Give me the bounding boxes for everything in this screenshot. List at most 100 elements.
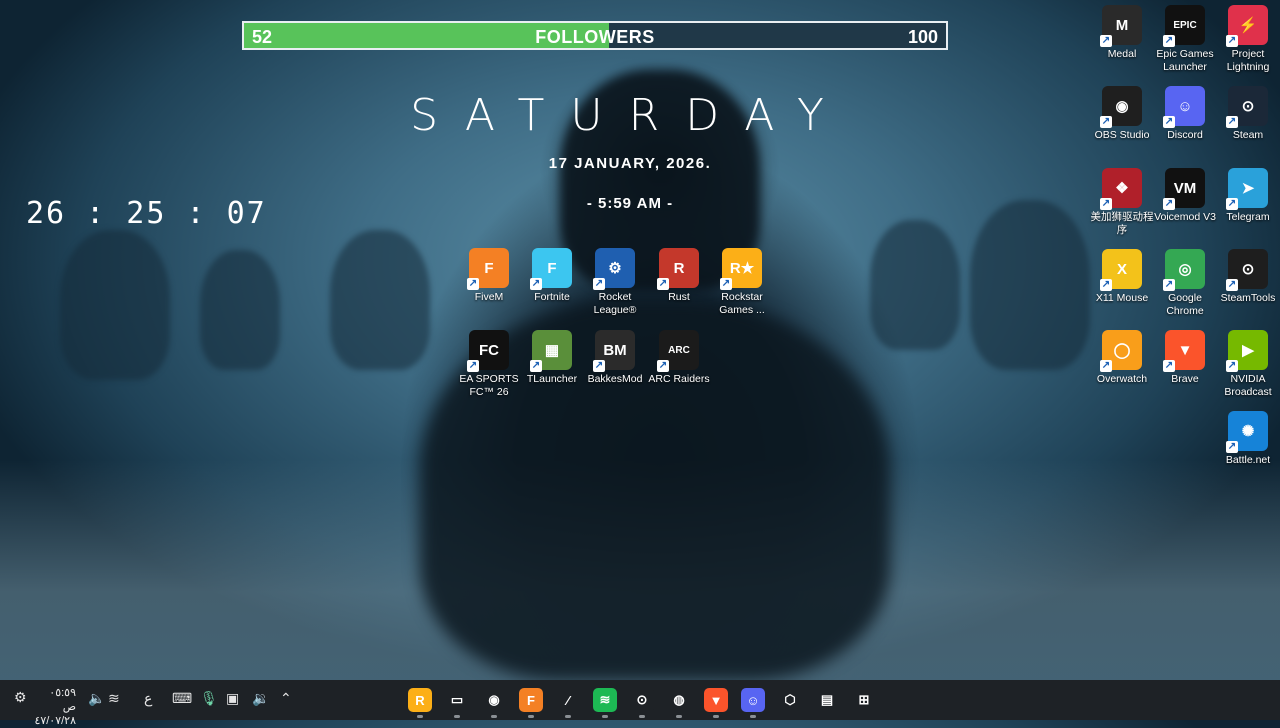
steamtools-icon: ⊙ — [1226, 249, 1268, 291]
widget-date: 17 JANUARY, 2026. — [548, 155, 712, 172]
obs-icon: ◉ — [1100, 86, 1142, 128]
discord-icon: ☺ — [1163, 86, 1205, 128]
running-indicator — [676, 715, 682, 718]
desktop-shortcut-label: Rocket League® — [593, 291, 637, 316]
desktop-shortcut-label: Overwatch — [1096, 373, 1148, 385]
desktop-shortcut[interactable]: RRust — [646, 248, 712, 304]
desktop-shortcut-label: Rust — [668, 291, 690, 303]
desktop-shortcut[interactable]: ➤Telegram — [1215, 168, 1280, 224]
desktop-shortcut[interactable]: ▶NVIDIA Broadcast — [1215, 330, 1280, 399]
desktop-shortcut-label: Battle.net — [1225, 454, 1271, 466]
fivem-icon: F — [467, 248, 509, 290]
running-indicator — [713, 715, 719, 718]
widget-day: SATURDAY — [410, 90, 850, 141]
microphone-icon[interactable]: 🎙 — [200, 690, 218, 707]
desktop-shortcut-label: NVIDIA Broadcast — [1224, 373, 1272, 398]
desktop-shortcut[interactable]: ☺Discord — [1152, 86, 1218, 142]
steam-icon: ⊙ — [1226, 86, 1268, 128]
desktop-shortcut-label: Discord — [1167, 129, 1203, 141]
show-hidden-icons-chevron-up-icon[interactable]: ⌃ — [280, 690, 292, 707]
desktop-shortcut[interactable]: XX11 Mouse — [1089, 249, 1155, 305]
volume-icon[interactable]: 🔈 — [88, 690, 105, 707]
bakkesmod-icon: BM — [593, 330, 635, 372]
desktop-shortcut[interactable]: MMedal — [1089, 5, 1155, 61]
desktop-shortcut[interactable]: R★Rockstar Games ... — [709, 248, 775, 317]
start-taskbar-icon[interactable]: ⊞ — [852, 688, 876, 712]
desktop-shortcut[interactable]: ✺Battle.net — [1215, 411, 1280, 467]
wifi-icon[interactable]: ≋ — [108, 690, 120, 707]
x11-mouse-icon: X — [1100, 249, 1142, 291]
desktop-shortcut-label: SteamTools — [1220, 292, 1276, 304]
followers-progress-bar: 52 FOLLOWERS 100 — [242, 21, 948, 50]
desktop-shortcut-label: Telegram — [1226, 211, 1270, 223]
desktop-shortcut-label: Brave — [1171, 373, 1199, 385]
running-indicator — [565, 715, 571, 718]
running-indicator — [750, 715, 756, 718]
running-indicator — [602, 715, 608, 718]
desktop-shortcut[interactable]: ◯Overwatch — [1089, 330, 1155, 386]
desktop-shortcut[interactable]: ⊙SteamTools — [1215, 249, 1280, 305]
ea-fc-icon: FC — [467, 330, 509, 372]
desktop-shortcut-label: X11 Mouse — [1095, 292, 1149, 304]
desktop-shortcut[interactable]: BMBakkesMod — [582, 330, 648, 386]
x11-mouse-taskbar-icon[interactable]: ⁄ — [556, 688, 580, 718]
keyboard-icon[interactable]: ⌨ — [172, 690, 192, 707]
discord-taskbar-icon[interactable]: ☺ — [741, 688, 765, 718]
running-indicator — [417, 715, 423, 718]
desktop-shortcut-label: Fortnite — [534, 291, 570, 303]
fivem-taskbar-icon[interactable]: F — [519, 688, 543, 718]
tlauncher-icon: ▦ — [530, 330, 572, 372]
arc-raiders-icon: ARC — [657, 330, 699, 372]
fortnite-icon: F — [530, 248, 572, 290]
input-language[interactable]: ع — [144, 690, 152, 707]
steamtools-taskbar-icon[interactable]: ◍ — [667, 688, 691, 718]
desktop-shortcut[interactable]: ◉OBS Studio — [1089, 86, 1155, 142]
desktop-shortcut[interactable]: FFortnite — [519, 248, 585, 304]
desktop-shortcut-label: ARC Raiders — [648, 373, 710, 385]
desktop-shortcut-label: TLauncher — [526, 373, 578, 385]
nvidia-broadcast-icon: ▶ — [1226, 330, 1268, 372]
desktop-shortcut[interactable]: ⊙Steam — [1215, 86, 1280, 142]
desktop-shortcut[interactable]: ❖美加狮驱动程序 — [1089, 168, 1155, 237]
widgets-icon[interactable]: ⚙ — [14, 689, 27, 706]
desktop-shortcut[interactable]: FFiveM — [456, 248, 522, 304]
desktop-shortcut[interactable]: ▦TLauncher — [519, 330, 585, 386]
voicemod-icon: VM — [1163, 168, 1205, 210]
brave-icon: ▼ — [1163, 330, 1205, 372]
desktop-shortcut[interactable]: ⚡Project Lightning — [1215, 5, 1280, 74]
rust-icon: R — [657, 248, 699, 290]
mouse-driver-icon: ❖ — [1100, 168, 1142, 210]
desktop-shortcut[interactable]: FCEA SPORTS FC™ 26 — [456, 330, 522, 399]
desktop-shortcut-label: EA SPORTS FC™ 26 — [459, 373, 519, 398]
desktop-shortcut[interactable]: ARCARC Raiders — [646, 330, 712, 386]
countdown-counter: 26 : 25 : 07 — [26, 196, 267, 231]
brave-taskbar-icon[interactable]: ▼ — [704, 688, 728, 718]
desktop-shortcut-label: Steam — [1232, 129, 1264, 141]
desktop-shortcut-label: Google Chrome — [1166, 292, 1204, 317]
rockstar-icon: R★ — [720, 248, 762, 290]
desktop-shortcut-label: Epic Games Launcher — [1156, 48, 1214, 73]
project-lightning-icon: ⚡ — [1226, 5, 1268, 47]
rockstar-taskbar-icon[interactable]: R — [408, 688, 432, 718]
store-taskbar-icon[interactable]: ▤ — [815, 688, 839, 712]
desktop-shortcut-label: OBS Studio — [1094, 129, 1150, 141]
chrome-icon: ◎ — [1163, 249, 1205, 291]
speaker-icon[interactable]: 🔉 — [252, 690, 269, 707]
desktop-shortcut[interactable]: VMVoicemod V3 — [1152, 168, 1218, 224]
desktop-shortcut[interactable]: ◎Google Chrome — [1152, 249, 1218, 318]
widget-time: - 5:59 AM - — [586, 195, 674, 212]
running-indicator — [528, 715, 534, 718]
system-clock-date: ٤٧/٠٧/٢٨ — [34, 715, 76, 727]
spotify-taskbar-icon[interactable]: ≋ — [593, 688, 617, 718]
desktop-shortcut-label: Voicemod V3 — [1154, 211, 1216, 223]
desktop-shortcut[interactable]: ▼Brave — [1152, 330, 1218, 386]
obs-taskbar-icon[interactable]: ◉ — [482, 688, 506, 718]
steam-taskbar-icon[interactable]: ⊙ — [630, 688, 654, 718]
app-taskbar-icon[interactable]: ⬡ — [778, 688, 802, 712]
desktop-shortcut[interactable]: ⚙Rocket League® — [582, 248, 648, 317]
desktop-shortcut[interactable]: EPICEpic Games Launcher — [1152, 5, 1218, 74]
voicemod-taskbar-icon[interactable]: ▭ — [445, 688, 469, 718]
voicemod-tray-icon[interactable]: ▣ — [226, 690, 239, 707]
system-clock[interactable]: ٠٥:٥٩ ص ٤٧/٠٧/٢٨ — [34, 686, 76, 728]
system-clock-time: ٠٥:٥٩ ص — [49, 687, 76, 713]
